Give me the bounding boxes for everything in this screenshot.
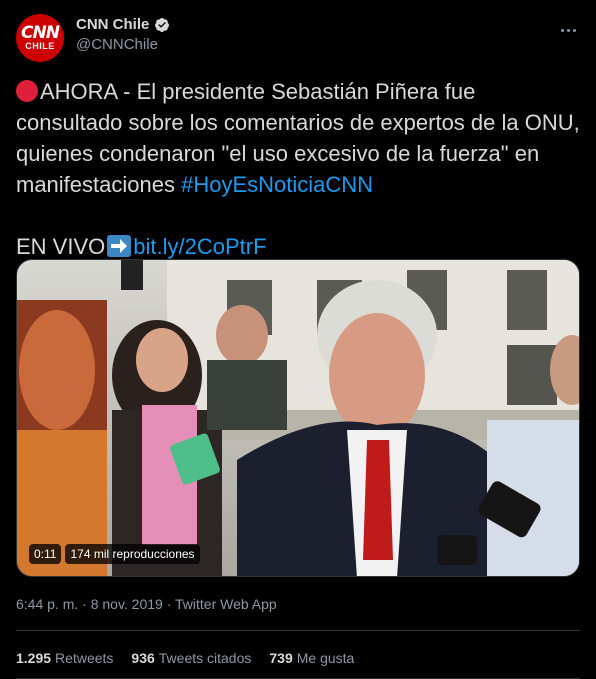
tweet-timestamp[interactable]: 6:44 p. m. · 8 nov. 2019 · Twitter Web A… — [16, 596, 277, 612]
video-player[interactable]: 0:11 174 mil reproducciones — [16, 259, 580, 577]
tweet-text: AHORA - El presidente Sebastián Piñera f… — [16, 76, 580, 262]
video-views: 174 mil reproducciones — [65, 544, 200, 564]
retweets-label: Retweets — [55, 650, 114, 666]
more-options-icon[interactable] — [556, 20, 580, 40]
hashtag-link[interactable]: #HoyEsNoticiaCNN — [181, 172, 373, 197]
display-name-text: CNN Chile — [76, 16, 150, 33]
video-overlay-badges: 0:11 174 mil reproducciones — [29, 544, 200, 564]
quotes-stat[interactable]: 936 Tweets citados — [131, 650, 251, 666]
retweets-count: 1.295 — [16, 650, 52, 666]
video-duration: 0:11 — [29, 544, 62, 564]
likes-count: 739 — [269, 650, 293, 666]
author-display-name[interactable]: CNN Chile — [76, 16, 170, 33]
divider — [16, 630, 580, 631]
tweet-header: CNN CHILE CNN Chile @CNNChile — [16, 10, 580, 66]
quotes-count: 936 — [131, 650, 155, 666]
tweet-stats: 1.295 Retweets 936 Tweets citados 739 Me gu… — [16, 650, 354, 666]
avatar-logo-text: CNN — [21, 23, 60, 43]
short-link[interactable]: bit.ly/2CoPtrF — [133, 234, 266, 259]
quotes-label: Tweets citados — [158, 650, 252, 666]
red-circle-icon — [16, 80, 38, 102]
author-names: CNN Chile @CNNChile — [76, 16, 170, 53]
video-thumbnail — [17, 260, 579, 576]
author-handle[interactable]: @CNNChile — [76, 36, 170, 53]
live-label: EN VIVO — [16, 234, 106, 259]
avatar[interactable]: CNN CHILE — [16, 14, 64, 62]
right-arrow-icon — [107, 235, 132, 257]
likes-label: Me gusta — [296, 650, 355, 666]
avatar-logo-subtext: CHILE — [25, 41, 55, 51]
retweets-stat[interactable]: 1.295 Retweets — [16, 650, 113, 666]
likes-stat[interactable]: 739 Me gusta — [269, 650, 354, 666]
verified-badge-icon — [155, 17, 170, 32]
